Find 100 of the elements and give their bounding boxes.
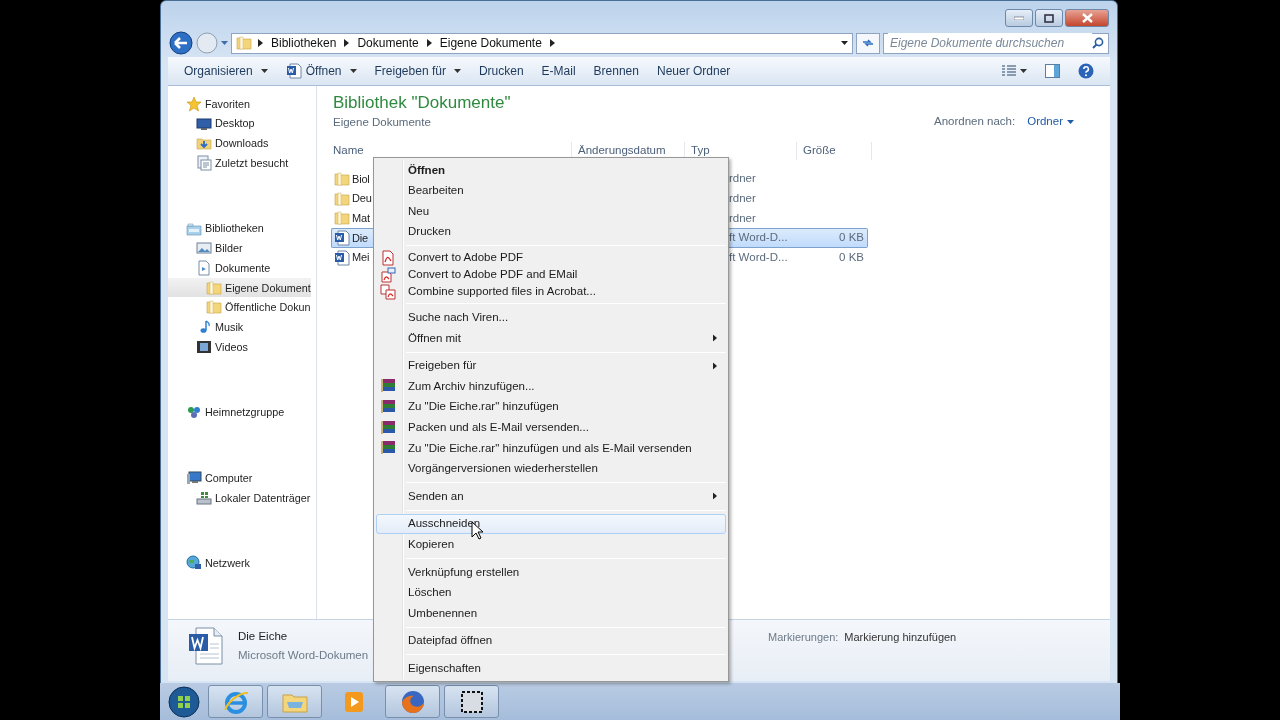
menu-item[interactable]: Öffnen mit bbox=[376, 327, 726, 349]
menu-item[interactable]: Drucken bbox=[376, 221, 726, 243]
menu-item[interactable]: Kopieren bbox=[376, 534, 726, 555]
menu-item[interactable]: Senden an bbox=[376, 486, 726, 507]
nav-item[interactable]: Downloads bbox=[168, 133, 289, 154]
menu-item[interactable]: Verknüpfung erstellen bbox=[376, 561, 726, 583]
file-row-name-part[interactable]: Deu bbox=[331, 188, 375, 209]
pdf-stack-icon bbox=[380, 283, 396, 300]
search-field[interactable]: Eigene Dokumente durchsuchen bbox=[883, 32, 1109, 54]
file-row-name-part[interactable]: Mat bbox=[331, 208, 375, 229]
address-bar[interactable]: Bibliotheken Dokumente Eigene Dokumente bbox=[231, 32, 853, 54]
pdf-mail-icon bbox=[380, 266, 396, 283]
nav-item[interactable]: Desktop bbox=[168, 113, 289, 134]
nav-item[interactable]: Lokaler Datenträger bbox=[168, 487, 311, 508]
back-button[interactable] bbox=[169, 31, 193, 55]
arrange-dropdown[interactable]: Ordner bbox=[1027, 113, 1074, 131]
menu-item[interactable]: Löschen bbox=[376, 582, 726, 604]
nav-item[interactable]: Zuletzt besucht bbox=[168, 153, 289, 173]
file-row-details-part[interactable]: rdner bbox=[729, 208, 868, 229]
nav-item[interactable]: Dokumente bbox=[168, 258, 311, 278]
folder-icon bbox=[236, 35, 252, 51]
menu-item[interactable]: Neu bbox=[376, 201, 726, 222]
library-title: Bibliothek "Dokumente" bbox=[333, 92, 511, 114]
maximize-button[interactable] bbox=[1035, 9, 1063, 27]
menu-item[interactable]: Ausschneiden bbox=[376, 513, 726, 535]
menu-item[interactable]: Convert to Adobe PDF and EMail bbox=[376, 266, 726, 284]
file-type: ft Word-D... bbox=[729, 249, 788, 265]
toolbar-button[interactable]: E-Mail bbox=[533, 59, 584, 83]
chevron-icon bbox=[258, 39, 263, 47]
minimize-icon bbox=[1014, 16, 1024, 20]
toolbar-button[interactable]: Freigeben für bbox=[366, 59, 469, 83]
menu-item[interactable]: Zu "Die Eiche.rar" hinzufügen bbox=[376, 396, 726, 418]
monitor-icon bbox=[196, 115, 212, 132]
menu-item[interactable]: Suche nach Viren... bbox=[376, 307, 726, 328]
refresh-button[interactable] bbox=[856, 32, 880, 54]
menu-item[interactable]: Umbenennen bbox=[376, 603, 726, 624]
toolbar-button[interactable]: Neuer Ordner bbox=[648, 59, 739, 83]
add-tag-link[interactable]: Markierung hinzufügen bbox=[844, 629, 957, 646]
nav-item[interactable]: Musik bbox=[168, 317, 311, 337]
close-button[interactable] bbox=[1065, 9, 1109, 27]
menu-item[interactable]: Eigenschaften bbox=[376, 658, 726, 679]
toolbar-button[interactable]: Organisieren bbox=[176, 59, 276, 83]
file-name: Deu bbox=[352, 191, 372, 207]
file-row-details-part[interactable]: ft Word-D... 0 KB bbox=[729, 247, 868, 268]
toolbar-button[interactable]: Drucken bbox=[470, 59, 532, 83]
archive-icon bbox=[380, 440, 396, 457]
tags-label: Markierungen: bbox=[768, 630, 839, 645]
menu-item[interactable]: Vorgängerversionen wiederherstellen bbox=[376, 458, 726, 480]
breadcrumb[interactable]: Eigene Dokumente bbox=[437, 34, 544, 52]
nav-item[interactable]: Öffentliche Dokun bbox=[168, 297, 311, 318]
document-icon bbox=[196, 259, 212, 276]
column-header[interactable]: Größe bbox=[797, 142, 872, 160]
nav-item[interactable]: Bibliotheken bbox=[168, 218, 311, 239]
archive-icon bbox=[380, 419, 396, 436]
nav-item[interactable]: Netzwerk bbox=[168, 553, 250, 574]
nav-item[interactable]: Videos bbox=[168, 336, 311, 357]
breadcrumb[interactable]: Bibliotheken bbox=[269, 34, 339, 52]
nav-item[interactable]: Heimnetzgruppe bbox=[168, 402, 285, 423]
menu-item[interactable]: Dateipfad öffnen bbox=[376, 630, 726, 652]
maximize-icon bbox=[1044, 13, 1054, 23]
file-row-details-part[interactable]: rdner bbox=[729, 188, 868, 209]
refresh-icon bbox=[862, 38, 874, 48]
menu-item[interactable]: Packen und als E-Mail versenden... bbox=[376, 417, 726, 438]
file-row-name-part[interactable]: Biol bbox=[331, 169, 375, 189]
file-row-details-part[interactable]: rdner bbox=[729, 169, 868, 189]
word-document-icon bbox=[186, 626, 226, 666]
file-name: Die bbox=[352, 230, 368, 246]
nav-item[interactable]: Bilder bbox=[168, 238, 311, 259]
caret-icon bbox=[349, 69, 357, 73]
toolbar-button[interactable]: Brennen bbox=[585, 59, 647, 83]
minimize-button[interactable] bbox=[1005, 9, 1033, 27]
arrange-label: Anordnen nach: bbox=[934, 114, 1016, 130]
history-dropdown[interactable] bbox=[221, 41, 228, 45]
nav-item[interactable]: Favoriten bbox=[168, 94, 289, 114]
search-icon bbox=[1092, 37, 1104, 49]
nav-item[interactable]: Eigene Dokument bbox=[168, 277, 311, 298]
caret-icon bbox=[221, 41, 228, 45]
file-type: rdner bbox=[729, 171, 756, 187]
pdf-icon bbox=[380, 249, 396, 266]
file-row-name-part[interactable]: Mei bbox=[331, 247, 375, 268]
nav-item[interactable]: Computer bbox=[168, 468, 311, 488]
file-row-details-part[interactable]: ft Word-D... 0 KB bbox=[729, 228, 868, 248]
menu-item[interactable]: Öffnen bbox=[376, 160, 726, 181]
menu-item[interactable]: Combine supported files in Acrobat... bbox=[376, 283, 726, 301]
chevron-icon bbox=[549, 39, 555, 47]
menu-item[interactable]: Zu "Die Eiche.rar" hinzufügen und als E-Mail versenden bbox=[376, 437, 726, 459]
caret-icon bbox=[260, 69, 268, 73]
download-folder-icon bbox=[196, 135, 212, 152]
file-type: ft Word-D... bbox=[729, 230, 788, 246]
menu-item[interactable]: Zum Archiv hinzufügen... bbox=[376, 376, 726, 397]
image-icon bbox=[196, 240, 212, 257]
breadcrumb[interactable]: Dokumente bbox=[355, 34, 421, 52]
globe-icon bbox=[186, 555, 202, 572]
menu-item[interactable]: Convert to Adobe PDF bbox=[376, 249, 726, 267]
menu-item[interactable]: Bearbeiten bbox=[376, 180, 726, 202]
folder-icon bbox=[334, 170, 350, 187]
toolbar-button[interactable]: Öffnen bbox=[277, 59, 365, 83]
taskbar-button[interactable] bbox=[444, 685, 499, 718]
file-row-name-part[interactable]: Die bbox=[331, 228, 375, 248]
menu-item[interactable]: Freigeben für bbox=[376, 355, 726, 377]
